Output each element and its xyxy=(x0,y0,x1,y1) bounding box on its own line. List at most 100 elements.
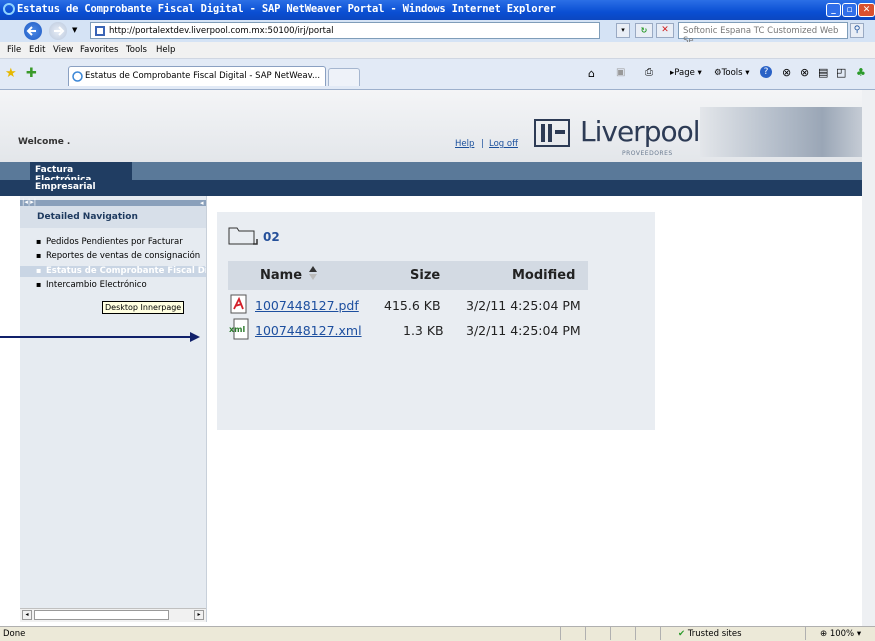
browser-tab-label: Estatus de Comprobante Fiscal Digital - … xyxy=(85,71,321,81)
nav-bullet: ▪ xyxy=(36,266,42,275)
file-modified: 3/2/11 4:25:04 PM xyxy=(466,298,581,313)
status-divider xyxy=(585,626,586,640)
welcome-text: Welcome . xyxy=(18,137,71,147)
address-url: http://portalextdev.liverpool.com.mx:501… xyxy=(109,26,334,36)
new-tab-button[interactable] xyxy=(328,68,360,86)
detailed-navigation-header: Detailed Navigation xyxy=(20,206,206,228)
address-input[interactable]: http://portalextdev.liverpool.com.mx:501… xyxy=(90,22,600,39)
annotation-arrow xyxy=(0,332,200,342)
tab-factura-electronica[interactable]: Factura Electrónica xyxy=(30,162,132,185)
second-level-navigation: Empresarial xyxy=(0,180,875,196)
zoom-value: 100% xyxy=(829,629,855,639)
file-size: 415.6 KB xyxy=(384,298,441,313)
folder-icon xyxy=(228,227,258,245)
browser-tab-active[interactable]: Estatus de Comprobante Fiscal Digital - … xyxy=(68,66,326,86)
nav-item-reportes[interactable]: Reportes de ventas de consignación xyxy=(46,251,200,261)
status-divider xyxy=(560,626,561,640)
page-menu[interactable]: ▸Page ▾ xyxy=(670,68,702,78)
status-text: Done xyxy=(3,629,26,639)
search-icon[interactable]: ⚲ xyxy=(850,23,864,38)
file-browser-panel xyxy=(217,212,655,430)
zoom-icon: ⊕ xyxy=(820,629,828,639)
header-decoration-image xyxy=(700,107,875,157)
file-link-pdf[interactable]: 1007448127.pdf xyxy=(255,298,359,313)
panel-collapse-icon[interactable]: |◂|▸| xyxy=(22,198,36,206)
scroll-right-arrow-icon[interactable]: ▸ xyxy=(194,610,204,620)
address-toolbar: ▼ http://portalextdev.liverpool.com.mx:5… xyxy=(0,20,875,46)
addon-icon[interactable]: ♣ xyxy=(856,66,866,79)
scroll-thumb[interactable] xyxy=(34,610,169,620)
fullscreen-icon[interactable]: ◰ xyxy=(836,66,846,79)
nav-item-estatus[interactable]: Estatus de Comprobante Fiscal Dig xyxy=(46,266,206,276)
status-divider xyxy=(660,626,661,640)
liverpool-logo-icon xyxy=(534,119,570,147)
detailed-navigation-title: Detailed Navigation xyxy=(37,212,138,222)
home-icon[interactable]: ⌂ xyxy=(588,67,595,80)
forward-arrow-icon xyxy=(54,26,65,36)
forward-button[interactable] xyxy=(49,22,67,40)
file-size: 1.3 KB xyxy=(403,323,444,338)
menu-edit[interactable]: Edit xyxy=(29,45,45,55)
print-icon[interactable]: ⎙ xyxy=(645,67,653,78)
nav-item-pedidos[interactable]: Pedidos Pendientes por Facturar xyxy=(46,237,183,247)
favorites-star-icon[interactable]: ★ xyxy=(5,66,17,81)
window-title-bar: Estatus de Comprobante Fiscal Digital - … xyxy=(0,0,875,20)
nav-bullet: ▪ xyxy=(36,280,42,289)
stop-button[interactable]: ✕ xyxy=(656,23,674,38)
left-panel-horizontal-scrollbar[interactable]: ◂ ▸ xyxy=(20,608,206,622)
tab-empresarial[interactable]: Empresarial xyxy=(35,182,96,192)
minimize-button[interactable]: _ xyxy=(826,3,841,17)
research-icon[interactable]: ⊗ xyxy=(782,66,791,79)
ie-icon xyxy=(3,3,15,15)
window-title: Estatus de Comprobante Fiscal Digital - … xyxy=(17,3,556,15)
add-favorites-icon[interactable]: ✚ xyxy=(26,66,37,81)
menu-favorites[interactable]: Favorites xyxy=(80,45,118,55)
messenger-icon[interactable]: ⊗ xyxy=(800,66,809,79)
tools-menu-label: Tools xyxy=(721,68,743,78)
maximize-button[interactable]: ▫ xyxy=(842,3,857,17)
header-link-separator: | xyxy=(481,139,484,149)
security-zone[interactable]: ✔ Trusted sites xyxy=(678,629,742,639)
pdf-icon xyxy=(230,294,247,314)
file-modified: 3/2/11 4:25:04 PM xyxy=(466,323,581,338)
file-link-xml[interactable]: 1007448127.xml xyxy=(255,323,362,338)
bookmark-icon[interactable]: ▤ xyxy=(818,66,828,79)
refresh-button[interactable]: ↻ xyxy=(635,23,653,38)
liverpool-logo-sub: PROVEEDORES xyxy=(622,150,673,157)
tab-row: ★ ✚ Estatus de Comprobante Fiscal Digita… xyxy=(0,59,875,90)
tools-menu[interactable]: ⚙Tools ▾ xyxy=(714,68,750,78)
scroll-left-arrow-icon[interactable]: ◂ xyxy=(22,610,32,620)
status-divider xyxy=(610,626,611,640)
zoom-level[interactable]: ⊕ 100% ▾ xyxy=(820,629,861,639)
svg-text:xml: xml xyxy=(229,325,245,334)
page-favicon xyxy=(95,26,105,36)
help-link[interactable]: Help xyxy=(455,139,474,149)
security-zone-label: Trusted sites xyxy=(687,629,742,639)
status-divider xyxy=(635,626,636,640)
menu-bar: File Edit View Favorites Tools Help xyxy=(0,42,875,59)
menu-help[interactable]: Help xyxy=(156,45,175,55)
liverpool-logo-text: Liverpool xyxy=(580,115,701,148)
tab-ie-icon xyxy=(72,71,83,82)
menu-file[interactable]: File xyxy=(7,45,21,55)
history-dropdown-icon[interactable]: ▼ xyxy=(72,26,77,34)
address-dropdown-button[interactable]: ▾ xyxy=(616,23,630,38)
search-input[interactable]: Softonic Espana TC Customized Web Se xyxy=(678,22,848,46)
feeds-icon[interactable]: ▣ xyxy=(616,67,625,78)
logoff-link[interactable]: Log off xyxy=(489,139,518,149)
checkmark-icon: ✔ xyxy=(678,629,686,639)
column-modified[interactable]: Modified xyxy=(512,268,575,283)
column-size[interactable]: Size xyxy=(410,268,440,283)
close-button[interactable]: ✕ xyxy=(858,3,875,17)
tooltip: Desktop Innerpage xyxy=(102,301,185,314)
page-vertical-scrollbar[interactable] xyxy=(862,90,875,626)
help-icon[interactable]: ? xyxy=(760,66,772,78)
column-name[interactable]: Name xyxy=(260,268,302,283)
folder-name: 02 xyxy=(263,230,280,244)
nav-bullet: ▪ xyxy=(36,251,42,260)
menu-tools[interactable]: Tools xyxy=(126,45,147,55)
back-button[interactable] xyxy=(24,22,42,40)
nav-item-intercambio[interactable]: Intercambio Electrónico xyxy=(46,280,147,290)
menu-view[interactable]: View xyxy=(53,45,73,55)
sort-indicator-icon[interactable] xyxy=(308,264,318,282)
